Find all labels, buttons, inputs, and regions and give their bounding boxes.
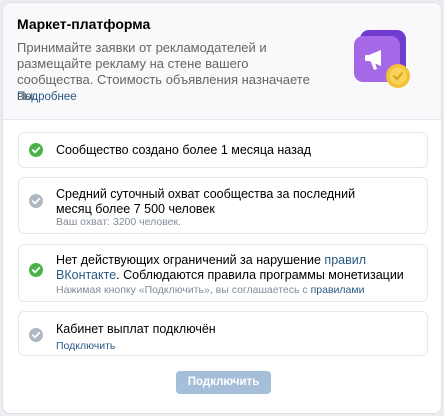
requirements-list: Сообщество создано более 1 месяца назад … (18, 132, 428, 365)
requirement-text-part: . Соблюдаются правила программы монетиза… (116, 268, 404, 282)
requirement-text: Нет действующих ограничений за нарушение… (56, 253, 422, 283)
card-header: Маркет-платформа Принимайте заявки от ре… (3, 3, 441, 120)
requirement-text: Сообщество создано более 1 месяца назад (56, 143, 312, 157)
green-check-icon (29, 263, 43, 277)
requirement-text: Средний суточный охват сообщества за пос… (56, 187, 356, 216)
requirement-text-part: Нет действующих ограничений за нарушение (56, 253, 325, 267)
requirement-note: Нажимая кнопку «Подключить», вы соглашае… (56, 284, 364, 296)
requirement-no-restrictions: Нет действующих ограничений за нарушение… (18, 244, 428, 302)
connect-payouts-link[interactable]: Подключить (56, 340, 115, 352)
requirement-note-part: Нажимая кнопку «Подключить», вы соглашае… (56, 284, 311, 296)
more-link[interactable]: Подробнее (17, 91, 77, 103)
card-title: Маркет-платформа (17, 16, 151, 32)
grey-check-icon (29, 194, 43, 208)
monetization-rules-link[interactable]: правилами (311, 284, 365, 296)
market-platform-card: Маркет-платформа Принимайте заявки от ре… (2, 2, 442, 414)
requirement-payout-account: Кабинет выплат подключён Подключить (18, 311, 428, 356)
requirement-community-age: Сообщество создано более 1 месяца назад (18, 132, 428, 168)
connect-button[interactable]: Подключить (176, 371, 271, 394)
requirement-text: Кабинет выплат подключён (56, 322, 216, 336)
requirement-note: Ваш охват: 3200 человек. (56, 216, 182, 228)
requirement-reach: Средний суточный охват сообщества за пос… (18, 177, 428, 234)
grey-check-icon (29, 328, 43, 342)
green-check-icon (29, 143, 43, 157)
megaphone-coin-illustration (354, 30, 410, 88)
